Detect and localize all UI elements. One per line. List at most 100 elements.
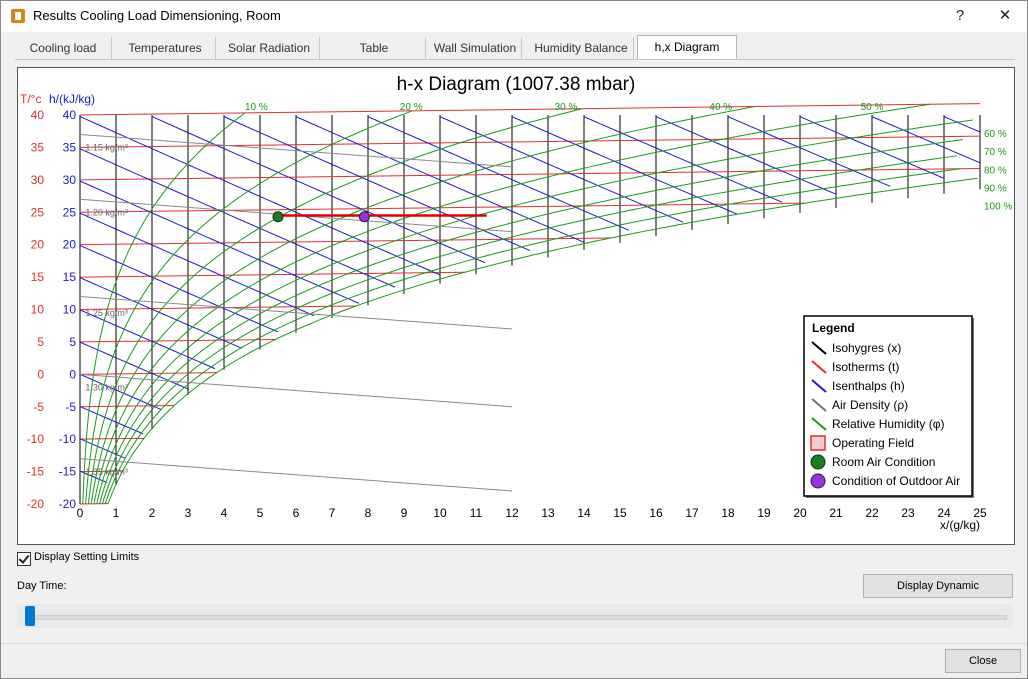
h-tick-label: -10 [59,432,77,446]
t-axis-label: T/°c [20,92,41,106]
isotherm-line [79,103,981,116]
isenthalp-line [151,116,486,264]
legend-swatch-dot [810,454,826,470]
legend-item-label: Room Air Condition [832,455,935,469]
t-tick-label: 15 [31,270,45,284]
isotherm-line [79,271,465,278]
slider-track [25,615,1007,620]
isenthalp-line [727,116,891,187]
legend-item-label: Air Density (ρ) [832,398,908,412]
legend-title: Legend [812,321,855,335]
t-tick-label: -20 [27,497,45,511]
legend-item-label: Isenthalps (h) [832,379,905,393]
density-label: 1.35 kg/m³ [85,467,128,477]
window-close-button[interactable]: ✕ [990,5,1020,27]
window-title: Results Cooling Load Dimensioning, Room [33,8,281,23]
display-dynamic-button[interactable]: Display Dynamic [863,574,1013,598]
h-axis-label: h/(kJ/kg) [49,92,95,106]
rh-label: 50 % [861,102,884,113]
legend-swatch-box [810,435,826,451]
t-tick-label: 30 [31,173,45,187]
h-tick-label: 30 [63,173,77,187]
tab-table[interactable]: Table [323,37,426,59]
slider-thumb[interactable] [25,606,35,626]
isenthalp-line [511,116,738,215]
x-tick-label: 9 [401,506,408,520]
t-tick-label: 25 [31,205,45,219]
day-time-slider[interactable] [17,604,1013,628]
chart-title: h-x Diagram (1007.38 mbar) [397,74,636,95]
x-tick-label: 11 [470,506,483,520]
h-tick-label: 10 [63,303,77,317]
h-tick-label: 40 [63,108,77,122]
density-label: 1.30 kg/m³ [85,383,128,393]
x-tick-label: 12 [505,506,519,520]
tab-hx-diagram[interactable]: h,x Diagram [637,35,737,61]
tab-temperatures[interactable]: Temperatures [115,37,216,59]
t-tick-label: 0 [37,367,44,381]
x-tick-label: 8 [365,506,372,520]
tab-cooling-load[interactable]: Cooling load [15,37,112,59]
rh-label: 20 % [400,102,423,113]
isotherm-line [79,237,611,246]
x-tick-label: 20 [793,506,807,520]
x-tick-label: 0 [77,506,84,520]
t-tick-label: 35 [31,140,45,154]
h-tick-label: 35 [63,140,77,154]
x-tick-label: 5 [257,506,264,520]
x-tick-label: 23 [901,506,915,520]
tab-solar-radiation[interactable]: Solar Radiation [219,37,320,59]
t-tick-label: 10 [31,303,45,317]
t-tick-label: -5 [33,400,44,414]
legend-swatch-dot [810,473,826,489]
t-tick-label: 5 [37,335,44,349]
x-tick-label: 13 [541,506,555,520]
x-tick-label: 18 [721,506,735,520]
isenthalp-line [583,116,783,203]
x-tick-label: 1 [113,506,120,520]
chart-legend: Legend Isohygres (x) Isotherms (t) Isenthal… [803,315,974,498]
density-label: 1.15 kg/m³ [85,143,128,153]
close-button[interactable]: Close [945,649,1021,673]
hx-chart: 1.15 kg/m³ 1.20 kg/m³ 1.25 kg/m³ 1.30 kg/m³… [17,67,1015,545]
legend-item-label: Condition of Outdoor Air [832,474,960,488]
density-label: 1.20 kg/m³ [85,207,128,217]
x-tick-label: 10 [433,506,447,520]
h-tick-label: 5 [69,335,76,349]
legend-item-label: Relative Humidity (φ) [832,417,944,431]
x-tick-label: 16 [649,506,663,520]
h-tick-label: -15 [59,465,77,479]
footer-divider [1,643,1027,644]
dialog-window: Results Cooling Load Dimensioning, Room … [0,0,1028,679]
x-tick-label: 19 [757,506,771,520]
x-tick-label: 2 [149,506,156,520]
tab-wall-simulation[interactable]: Wall Simulation [429,37,522,59]
day-time-label: Day Time: [17,580,67,592]
x-tick-label: 14 [577,506,591,520]
outdoor-air-point [358,211,370,223]
x-tick-label: 17 [685,506,699,520]
x-tick-label: 6 [293,506,300,520]
tab-bar: Cooling load Temperatures Solar Radiatio… [15,35,1015,61]
t-tick-label: 20 [31,238,45,252]
t-tick-label: -15 [27,465,45,479]
x-tick-label: 22 [865,506,879,520]
x-tick-label: 7 [329,506,336,520]
t-tick-label: -10 [27,432,45,446]
h-tick-label: 0 [69,367,76,381]
isotherm-line [79,167,981,181]
rh-label: 100 % [984,202,1012,213]
x-tick-label: 4 [221,506,228,520]
h-tick-label: 25 [63,205,77,219]
x-axis-label: x/(g/kg) [940,518,980,532]
t-tick-label: 40 [31,108,45,122]
x-tick-label: 15 [613,506,627,520]
display-limits-checkbox[interactable] [17,552,31,566]
room-air-point [272,211,284,223]
rh-label: 90 % [984,184,1007,195]
x-tick-label: 3 [185,506,192,520]
rh-label: 60 % [984,129,1007,140]
help-button[interactable]: ? [945,5,975,27]
h-tick-label: 15 [63,270,77,284]
tab-humidity-balance[interactable]: Humidity Balance [529,37,634,59]
